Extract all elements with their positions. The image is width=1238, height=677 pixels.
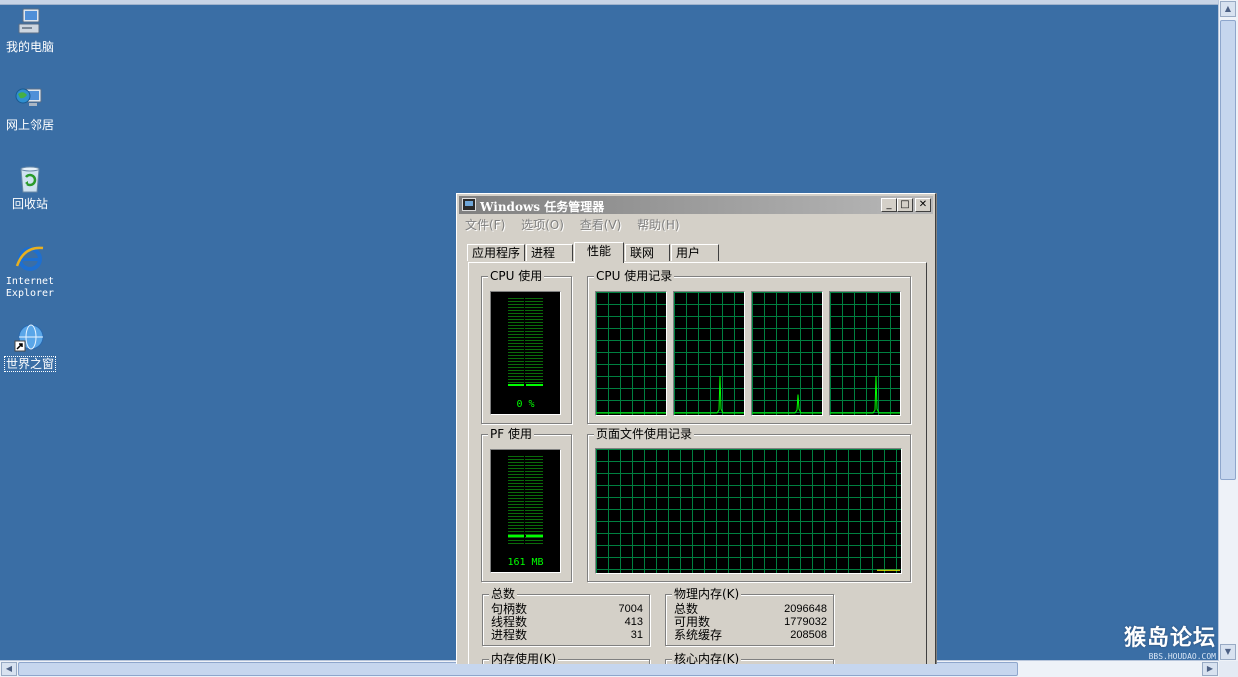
tab-processes[interactable]: 进程	[526, 244, 573, 261]
vertical-scrollbar[interactable]: ▲ ▼	[1218, 0, 1238, 661]
stat-value: 1779032	[784, 616, 827, 628]
computer-icon	[14, 6, 46, 38]
stat-value: 2096648	[784, 603, 827, 615]
task-manager-window[interactable]: Windows 任务管理器 _ □ ✕ 文件(F) 选项(O) 查看(V) 帮助…	[456, 193, 936, 664]
scroll-down-icon[interactable]: ▼	[1220, 644, 1236, 660]
scroll-right-icon[interactable]: ▶	[1202, 662, 1218, 676]
physical-memory-label: 物理内存(K)	[672, 587, 742, 601]
pf-history-group: 页面文件使用记录	[587, 427, 911, 582]
scroll-left-icon[interactable]: ◀	[1, 662, 17, 676]
desktop-icon-network[interactable]: 网上邻居	[0, 84, 60, 132]
desktop-icon-label: 回收站	[11, 197, 48, 211]
cpu-history-line	[830, 376, 900, 414]
pf-usage-group: PF 使用 161 MB	[481, 427, 572, 582]
totals-group: 总数 句柄数 7004 线程数 413 进程数 31	[482, 587, 650, 646]
desktop-icon-my-computer[interactable]: 我的电脑	[0, 6, 60, 54]
cpu-history-group: CPU 使用记录	[587, 269, 911, 424]
desktop-icon-internet-explorer[interactable]: Internet Explorer	[0, 242, 60, 300]
stat-value: 31	[630, 629, 643, 641]
commit-charge-label: 内存使用(K)	[489, 652, 559, 664]
watermark: 猴岛论坛 BBS.HOUDAO.COM	[1124, 620, 1216, 661]
minimize-button[interactable]: _	[881, 198, 897, 212]
cpu-usage-fill	[508, 384, 543, 386]
menu-options[interactable]: 选项(O)	[521, 216, 564, 234]
pf-usage-meter: 161 MB	[490, 449, 561, 573]
cpu-usage-group: CPU 使用 0 %	[481, 269, 572, 424]
pf-usage-label: PF 使用	[488, 427, 534, 441]
desktop-icon-theworld[interactable]: 世界之窗	[0, 322, 60, 372]
pf-history-label: 页面文件使用记录	[594, 427, 695, 441]
pf-history-graph	[595, 448, 902, 574]
performance-page: CPU 使用 0 % CPU 使用记录 PF 使用 161 MB 页面文件使用记…	[468, 262, 927, 664]
cpu-history-line	[752, 394, 822, 414]
recycle-bin-icon	[14, 163, 46, 195]
cpu-core-graph-3	[751, 291, 823, 416]
kernel-memory-group: 核心内存(K)	[665, 652, 834, 664]
menu-bar: 文件(F) 选项(O) 查看(V) 帮助(H)	[457, 216, 935, 234]
cpu-usage-value: 0 %	[516, 399, 535, 410]
stat-label: 进程数	[491, 628, 528, 642]
scroll-corner	[1219, 661, 1238, 677]
cpu-usage-meter: 0 %	[490, 291, 561, 415]
task-manager-icon	[462, 198, 476, 211]
menu-view[interactable]: 查看(V)	[580, 216, 622, 234]
tab-performance[interactable]: 性能	[574, 242, 624, 263]
kernel-memory-label: 核心内存(K)	[672, 652, 742, 664]
stat-value: 413	[624, 616, 643, 628]
globe-shortcut-icon	[14, 322, 46, 354]
cpu-core-graph-1	[595, 291, 667, 416]
cpu-history-line	[674, 376, 744, 414]
desktop-icon-recycle-bin[interactable]: 回收站	[0, 163, 60, 211]
desktop-icon-label: 世界之窗	[3, 356, 56, 372]
title-bar[interactable]: Windows 任务管理器 _ □ ✕	[459, 196, 933, 214]
maximize-button[interactable]: □	[897, 198, 913, 212]
meter-bars	[508, 456, 543, 544]
desktop-icon-label: Internet Explorer	[5, 276, 55, 300]
tab-networking[interactable]: 联网	[625, 244, 670, 261]
cpu-history-label: CPU 使用记录	[594, 269, 675, 283]
pf-usage-value: 161 MB	[507, 557, 544, 568]
cpu-core-graph-4	[829, 291, 901, 416]
internet-explorer-icon	[14, 242, 46, 274]
watermark-title: 猴岛论坛	[1123, 626, 1216, 651]
top-frame	[0, 0, 1238, 5]
pf-usage-fill	[508, 534, 543, 537]
stat-label: 系统缓存	[674, 628, 723, 642]
menu-file[interactable]: 文件(F)	[465, 216, 505, 234]
vertical-scroll-thumb[interactable]	[1220, 20, 1236, 480]
desktop-icon-label-line: Internet	[5, 276, 55, 287]
physical-memory-group: 物理内存(K) 总数 2096648 可用数 1779032 系统缓存 2085…	[665, 587, 834, 646]
commit-charge-group: 内存使用(K)	[482, 652, 650, 664]
network-icon	[14, 84, 46, 116]
tab-users[interactable]: 用户	[671, 244, 719, 261]
desktop-icon-label: 我的电脑	[5, 40, 54, 54]
watermark-url: BBS.HOUDAO.COM	[1148, 652, 1216, 661]
desktop-icon-label: 网上邻居	[5, 118, 54, 132]
meter-bars	[508, 298, 543, 386]
cpu-core-graph-2	[673, 291, 745, 416]
totals-label: 总数	[489, 587, 518, 601]
close-button[interactable]: ✕	[915, 198, 931, 212]
stat-value: 208508	[790, 629, 827, 641]
window-title: Windows 任务管理器	[480, 200, 605, 214]
tab-applications[interactable]: 应用程序	[467, 244, 525, 261]
cpu-usage-label: CPU 使用	[488, 269, 545, 283]
horizontal-scroll-thumb[interactable]	[18, 662, 1018, 676]
menu-help[interactable]: 帮助(H)	[637, 216, 679, 234]
scroll-up-icon[interactable]: ▲	[1220, 1, 1236, 17]
desktop-icon-label-line: Explorer	[5, 288, 55, 299]
stat-value: 7004	[618, 603, 643, 615]
